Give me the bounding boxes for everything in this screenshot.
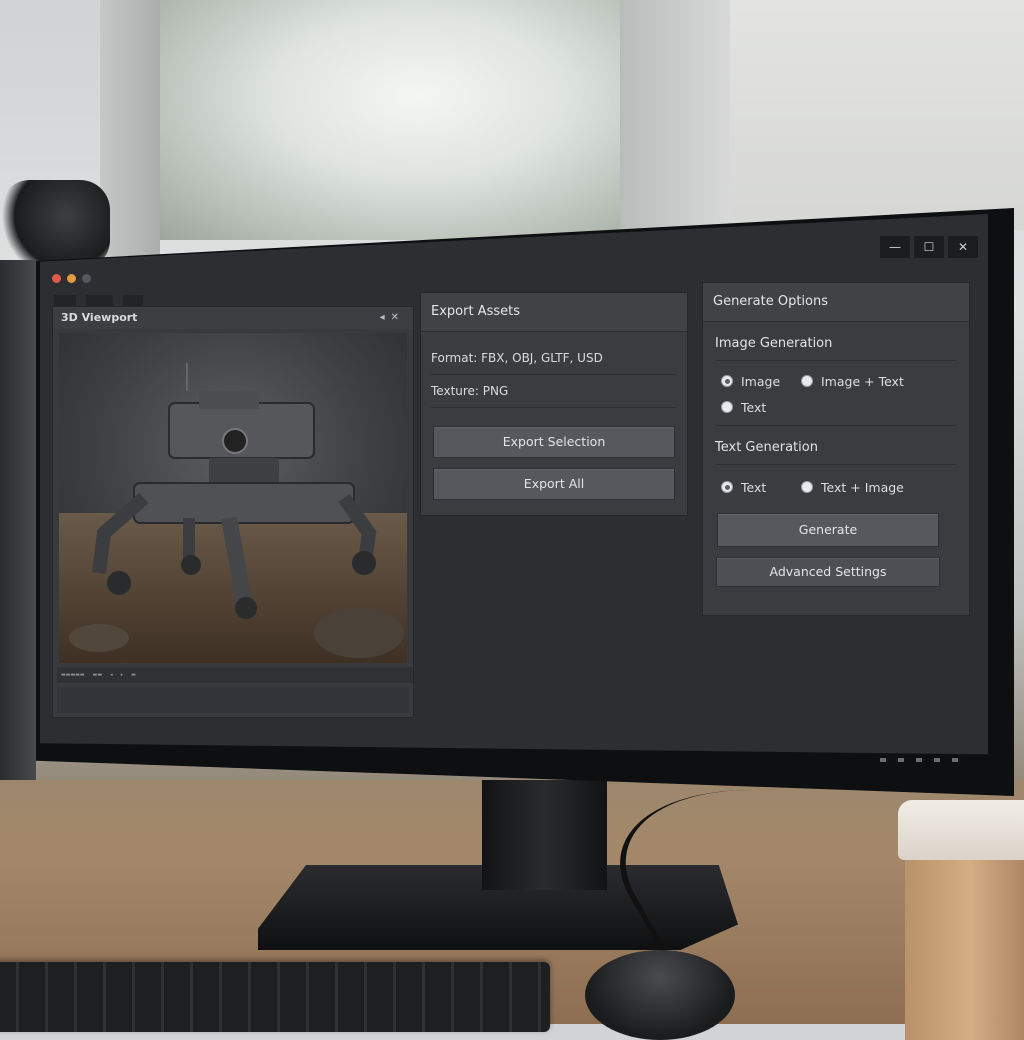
background-window <box>160 0 630 240</box>
export-assets-panel: Export Assets Format: FBX, OBJ, GLTF, US… <box>420 292 688 516</box>
app-screen: — ☐ ✕ 3D Viewport ◂✕ ▬▬▬▬▬ ▬▬ ◂ ▸ ▬ Expo… <box>40 214 988 755</box>
mouse <box>585 950 735 1040</box>
app-window-dots <box>52 274 91 283</box>
advanced-settings-button[interactable]: Advanced Settings <box>716 557 940 587</box>
minimize-dot-icon[interactable] <box>67 274 76 283</box>
viewport-titlebar: 3D Viewport ◂✕ <box>53 307 413 329</box>
radio-unselected-icon[interactable] <box>721 401 733 413</box>
status-segment[interactable]: ▸ <box>121 672 124 678</box>
text-generation-title: Text Generation <box>715 426 957 465</box>
monitor-button[interactable] <box>952 758 958 762</box>
viewport-header-icons: ◂✕ <box>380 307 405 329</box>
radio-selected-icon[interactable] <box>721 481 733 493</box>
generate-options-panel: Generate Options Image Generation Image … <box>702 282 970 616</box>
status-segment[interactable]: ▬▬ <box>93 672 102 678</box>
radio-unselected-icon[interactable] <box>801 481 813 493</box>
viewport-render[interactable] <box>59 333 407 663</box>
window-frame-right <box>620 0 730 230</box>
keyboard <box>0 962 550 1032</box>
monitor-hardware-buttons <box>880 754 990 766</box>
radio-image-plus-text[interactable]: Image + Text <box>801 371 941 391</box>
close-dot-icon[interactable] <box>52 274 61 283</box>
image-generation-options: Image Image + Text <box>721 371 969 391</box>
image-generation-options-row2: Text <box>721 397 969 417</box>
status-segment[interactable]: ▬▬▬▬▬ <box>61 672 85 678</box>
radio-selected-icon[interactable] <box>721 375 733 387</box>
menu-item[interactable] <box>85 294 114 306</box>
close-icon[interactable]: ✕ <box>948 236 978 258</box>
export-all-button[interactable]: Export All <box>433 468 675 500</box>
radio-label: Text + Image <box>821 479 904 495</box>
text-generation-options: Text Text + Image <box>721 477 969 497</box>
background-wall <box>730 0 1024 230</box>
viewport-title: 3D Viewport <box>61 311 138 324</box>
export-selection-button[interactable]: Export Selection <box>433 426 675 458</box>
menu-item[interactable] <box>123 294 144 306</box>
radio-label: Text <box>741 479 767 495</box>
radio-label: Text <box>741 399 767 415</box>
coffee-cup-lid <box>898 800 1024 860</box>
monitor-stand-neck <box>482 780 607 890</box>
viewport-status-bar: ▬▬▬▬▬ ▬▬ ◂ ▸ ▬ <box>57 667 413 683</box>
monitor-button[interactable] <box>880 758 886 762</box>
menu-item[interactable] <box>54 294 76 306</box>
viewport-timeline <box>57 687 409 713</box>
radio-text[interactable]: Text <box>721 397 801 417</box>
radio-image[interactable]: Image <box>721 371 801 391</box>
monitor-button[interactable] <box>898 758 904 762</box>
export-assets-title: Export Assets <box>421 293 687 332</box>
status-segment[interactable]: ▬ <box>131 672 136 678</box>
radio-unselected-icon[interactable] <box>801 375 813 387</box>
window-controls: — ☐ ✕ <box>880 236 978 258</box>
maximize-icon[interactable]: ☐ <box>914 236 944 258</box>
app-menu-icon[interactable] <box>82 274 91 283</box>
background-camera <box>0 180 110 270</box>
robot-render-image <box>59 333 407 663</box>
status-segment[interactable]: ◂ <box>110 672 113 678</box>
generate-options-title: Generate Options <box>703 283 969 322</box>
viewport-panel: 3D Viewport ◂✕ ▬▬▬▬▬ ▬▬ ◂ ▸ ▬ <box>52 306 414 718</box>
radio-text-only[interactable]: Text <box>721 477 801 497</box>
export-format-field[interactable]: Format: FBX, OBJ, GLTF, USD <box>431 342 677 375</box>
pin-icon[interactable]: ◂ <box>380 312 391 323</box>
close-icon[interactable]: ✕ <box>391 312 405 323</box>
generate-button[interactable]: Generate <box>717 513 939 547</box>
radio-label: Image <box>741 373 781 389</box>
monitor-button[interactable] <box>916 758 922 762</box>
image-generation-title: Image Generation <box>715 322 957 361</box>
radio-label: Image + Text <box>821 373 904 389</box>
export-texture-field[interactable]: Texture: PNG <box>431 375 677 408</box>
monitor-button[interactable] <box>934 758 940 762</box>
minimize-icon[interactable]: — <box>880 236 910 258</box>
background-tripod <box>0 260 36 820</box>
radio-text-plus-image[interactable]: Text + Image <box>801 477 941 497</box>
